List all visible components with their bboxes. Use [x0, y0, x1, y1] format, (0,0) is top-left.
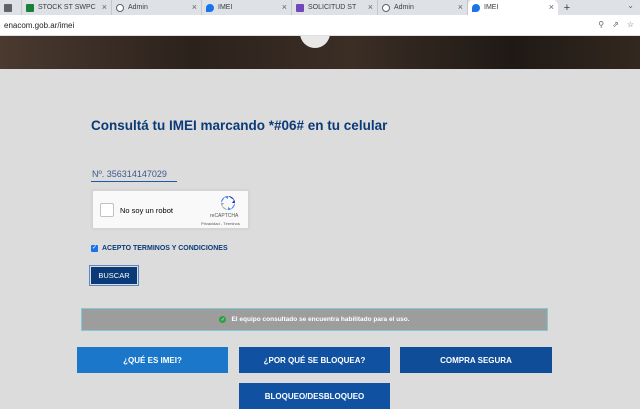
recaptcha-checkbox[interactable]	[100, 203, 114, 217]
share-icon[interactable]: ⇗	[612, 20, 619, 29]
recaptcha-links[interactable]: Privacidad - Términos	[201, 221, 240, 226]
address-bar[interactable]: enacom.gob.ar/imei ⚲ ⇗ ☆	[0, 15, 640, 36]
search-button[interactable]: BUSCAR	[89, 265, 139, 286]
tab-label: IMEI	[484, 4, 499, 11]
hero-banner	[0, 36, 640, 69]
recaptcha-brand: reCAPTCHA	[210, 213, 239, 219]
new-tab-button[interactable]: +	[558, 0, 576, 15]
tab-solicitud[interactable]: SOLICITUD ST ×	[292, 0, 378, 15]
close-icon[interactable]: ×	[192, 2, 197, 13]
tab-label: Admin	[128, 4, 148, 11]
close-icon[interactable]: ×	[368, 2, 373, 13]
tab-admin-2[interactable]: Admin ×	[378, 0, 468, 15]
zoom-icon[interactable]: ⚲	[598, 20, 604, 29]
url-text[interactable]: enacom.gob.ar/imei	[0, 21, 74, 30]
globe-icon	[116, 3, 124, 12]
enacom-icon	[206, 3, 214, 12]
hero-logo-circle	[300, 36, 330, 48]
tab-imei-active[interactable]: IMEI ×	[468, 0, 558, 15]
safe-purchase-button[interactable]: COMPRA SEGURA	[400, 347, 552, 373]
tab-label: Admin	[394, 4, 414, 11]
tab-search-icon[interactable]: ⌄	[627, 1, 634, 10]
forms-icon	[296, 3, 304, 12]
tab-stock[interactable]: STOCK ST SWPC ×	[22, 0, 112, 15]
recaptcha-widget: No soy un robot reCAPTCHA Privacidad - T…	[92, 190, 249, 229]
close-icon[interactable]: ×	[282, 2, 287, 13]
recaptcha-label: No soy un robot	[120, 206, 173, 215]
tab-label: SOLICITUD ST	[308, 4, 357, 11]
close-icon[interactable]: ×	[458, 2, 463, 13]
tab-0[interactable]	[0, 0, 22, 15]
globe-icon	[382, 3, 390, 12]
enacom-icon	[472, 3, 480, 12]
close-icon[interactable]: ×	[102, 2, 107, 13]
block-unblock-button[interactable]: BLOQUEO/DESBLOQUEO	[239, 383, 390, 409]
bookmark-star-icon[interactable]: ☆	[627, 20, 634, 29]
tab-imei[interactable]: IMEI ×	[202, 0, 292, 15]
imei-input[interactable]	[91, 167, 177, 182]
tab-strip: STOCK ST SWPC × Admin × IMEI × SOLICITUD…	[0, 0, 640, 15]
sheets-icon	[26, 3, 34, 12]
what-is-imei-button[interactable]: ¿QUÉ ES IMEI?	[77, 347, 228, 373]
tab-label: IMEI	[218, 4, 233, 11]
recaptcha-logo-icon	[221, 196, 235, 210]
terms-label[interactable]: ACEPTO TERMINOS Y CONDICIONES	[102, 245, 228, 252]
tab-label: STOCK ST SWPC	[38, 4, 96, 11]
page-title: Consultá tu IMEI marcando *#06# en tu ce…	[91, 118, 388, 133]
check-circle-icon: ✓	[219, 316, 227, 323]
page-icon	[4, 3, 12, 12]
tab-admin[interactable]: Admin ×	[112, 0, 202, 15]
result-message: El equipo consultado se encuentra habili…	[231, 316, 410, 323]
result-banner: ✓ El equipo consultado se encuentra habi…	[81, 308, 548, 331]
terms-row[interactable]: ✓ ACEPTO TERMINOS Y CONDICIONES	[91, 245, 228, 252]
close-icon[interactable]: ×	[549, 2, 554, 13]
terms-checkbox[interactable]: ✓	[91, 245, 98, 252]
why-blocked-button[interactable]: ¿POR QUÉ SE BLOQUEA?	[239, 347, 390, 373]
